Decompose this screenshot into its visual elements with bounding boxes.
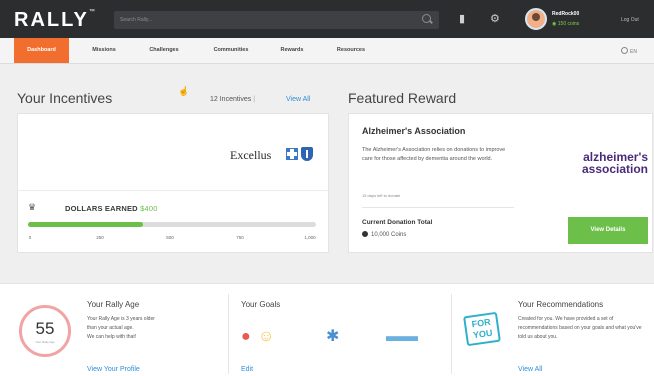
trophy-icon: ♛: [28, 202, 37, 212]
running-icon[interactable]: ✱: [326, 328, 339, 346]
language-selector[interactable]: EN: [621, 47, 637, 55]
days-left: 15 days left to donate: [362, 193, 401, 198]
username[interactable]: RedRock00: [552, 11, 579, 17]
goals-heading: Your Goals: [241, 300, 281, 309]
edit-goals-link[interactable]: Edit: [241, 366, 253, 373]
globe-icon: [621, 47, 628, 54]
incentives-view-all-link[interactable]: View All: [286, 96, 310, 103]
rally-logo[interactable]: RALLY™: [14, 9, 95, 32]
nav-rewards[interactable]: Rewards: [268, 38, 316, 63]
nav-challenges[interactable]: Challenges: [134, 38, 194, 63]
rally-age-text: Your Rally Age is 3 years older: [87, 316, 155, 322]
rally-age-text: We can help with that!: [87, 334, 137, 340]
dollars-earned-label: DOLLARS EARNED: [65, 204, 138, 213]
logo-line: association: [581, 162, 648, 176]
incentives-count: 12 Incentives |: [210, 96, 255, 103]
cross-icon: [286, 148, 298, 160]
coin-balance-text: 150 coins: [557, 21, 580, 27]
nav-dashboard[interactable]: Dashboard: [14, 38, 69, 63]
divider: [362, 207, 514, 208]
smiley-icon[interactable]: ☺: [258, 328, 274, 346]
featured-heading: Featured Reward: [348, 90, 457, 106]
mood-icon[interactable]: ●: [241, 328, 251, 346]
divider: [451, 294, 452, 374]
summary-panel: 55 Your Rally Age Your Rally Age Your Ra…: [0, 283, 654, 376]
rally-age-text: than your actual age.: [87, 325, 134, 331]
trademark: ™: [88, 9, 95, 15]
view-all-recommendations-link[interactable]: View All: [518, 366, 542, 373]
logo-text: RALLY: [14, 9, 89, 31]
separator: |: [253, 96, 256, 103]
divider: [18, 190, 328, 191]
rally-age-badge[interactable]: 55 Your Rally Age: [19, 305, 71, 357]
view-profile-link[interactable]: View Your Profile: [87, 366, 140, 373]
logout-link[interactable]: Log Out: [621, 17, 639, 23]
rally-age-heading: Your Rally Age: [87, 300, 140, 309]
donation-total-label: Current Donation Total: [362, 219, 433, 226]
search-bar[interactable]: [114, 11, 439, 29]
shield-icon: [301, 147, 313, 161]
donation-total: 10,000 Coins: [362, 231, 406, 238]
reward-description: The Alzheimer's Association relies on do…: [362, 147, 506, 162]
search-input[interactable]: [120, 14, 410, 26]
progress-track: [28, 222, 316, 227]
main-nav: Dashboard Missions Challenges Communitie…: [0, 38, 654, 64]
language-label: EN: [630, 49, 637, 55]
progress-fill: [28, 222, 144, 227]
bed-icon[interactable]: ▬▬: [386, 328, 418, 346]
view-details-button[interactable]: View Details: [568, 217, 648, 244]
nav-communities[interactable]: Communities: [200, 38, 262, 63]
progress-tick: 250: [96, 235, 104, 240]
incentives-count-text: 12 Incentives: [210, 96, 252, 103]
recommendations-heading: Your Recommendations: [518, 300, 604, 309]
donation-total-value: 10,000 Coins: [371, 232, 407, 238]
search-icon[interactable]: [422, 14, 431, 23]
mouse-cursor-icon: ☝: [178, 86, 190, 96]
alzheimers-logo: alzheimer's association: [540, 151, 648, 175]
nav-missions[interactable]: Missions: [78, 38, 130, 63]
nav-resources[interactable]: Resources: [322, 38, 380, 63]
rally-age-value: 55: [35, 319, 55, 338]
incentives-card[interactable]: Excellus ♛ DOLLARS EARNED $400 0 250 500…: [17, 113, 329, 253]
top-header: RALLY™ ▮ ⚙ RedRock00 ◉ 150 coins Log Out: [0, 0, 654, 38]
dollars-earned: DOLLARS EARNED $400: [65, 204, 158, 213]
coin-icon: [362, 231, 368, 237]
bcbs-logo-icon: [286, 146, 316, 162]
coin-balance: ◉ 150 coins: [552, 21, 579, 27]
avatar[interactable]: [525, 8, 547, 30]
divider: [228, 294, 229, 374]
incentives-heading: Your Incentives: [17, 90, 113, 106]
gear-icon[interactable]: ⚙: [490, 13, 500, 25]
chat-icon[interactable]: ▮: [459, 13, 465, 25]
progress-tick: 500: [166, 235, 174, 240]
sponsor-name: Excellus: [230, 148, 272, 162]
for-you-icon: FOR YOU: [463, 311, 501, 347]
featured-reward-card[interactable]: Alzheimer's Association The Alzheimer's …: [348, 113, 653, 253]
progress-tick: 1,000: [304, 235, 316, 240]
reward-title: Alzheimer's Association: [362, 126, 466, 136]
rally-age-caption: Your Rally Age: [35, 340, 55, 344]
progress-tick: 750: [236, 235, 244, 240]
dollars-earned-value: $400: [140, 204, 158, 213]
progress-tick: 0: [28, 235, 32, 240]
recommendations-text: Created for you. We have provided a set …: [518, 316, 642, 340]
